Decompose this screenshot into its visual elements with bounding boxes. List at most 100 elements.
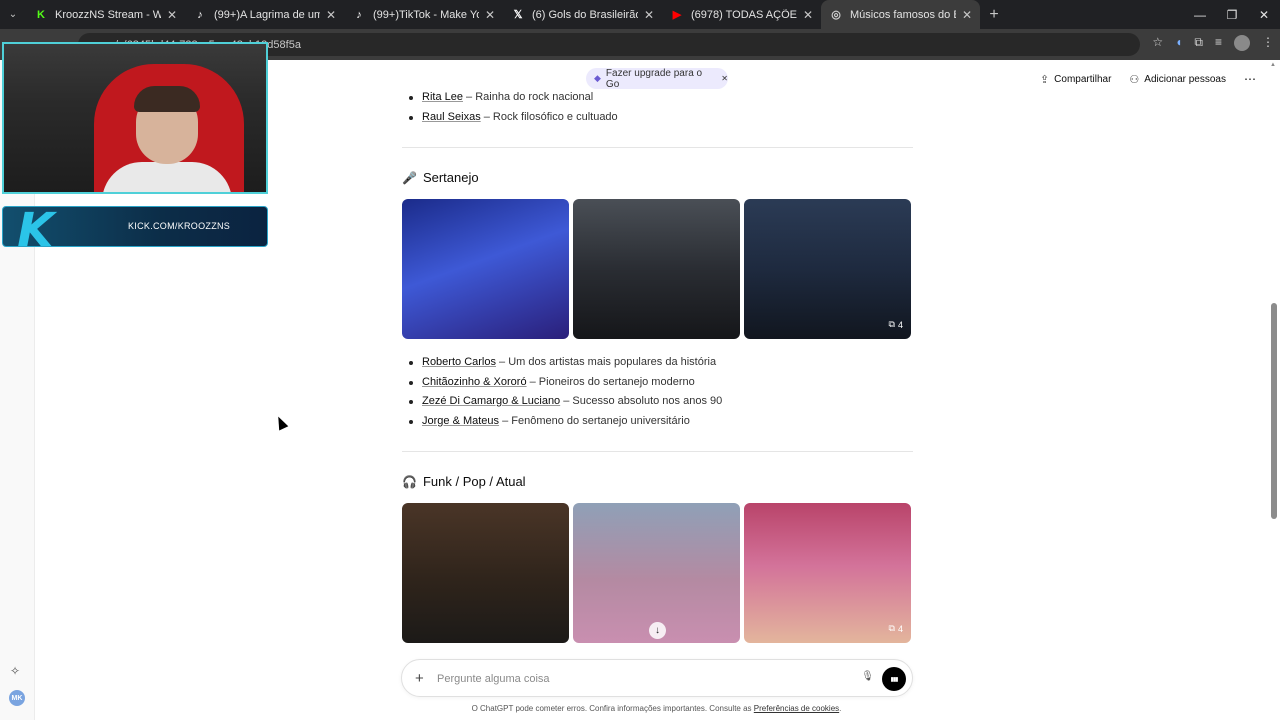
artist-photo[interactable]: ⧉ 4 [744, 503, 911, 643]
disclaimer-text: O ChatGPT pode cometer erros. Confira in… [471, 704, 754, 713]
x-icon: 𝕏 [513, 9, 523, 21]
scrollbar[interactable]: ▲ [1270, 60, 1278, 720]
artist-photo[interactable] [573, 199, 740, 339]
kick-url: KICK.COM/KROOZZNS [128, 221, 231, 231]
image-gallery-funk: ↓ ⧉ 4 [402, 503, 911, 643]
artist-link[interactable]: Chitãozinho & Xororó [422, 376, 527, 388]
artist-description: – Rock filosófico e cultuado [480, 110, 618, 123]
new-tab-button[interactable]: + [980, 6, 1008, 24]
list-item: Jorge & Mateus – Fenômeno do sertanejo u… [402, 412, 914, 432]
sparkle-icon[interactable]: ✧ [10, 664, 20, 678]
browser-tab[interactable]: 𝕏 (6) Gols do Brasileirão 🇧🇷 no ✕ [503, 0, 662, 29]
browser-tab[interactable]: ◎ Músicos famosos do Brasil ✕ [821, 0, 980, 29]
upgrade-close-icon[interactable]: ✕ [721, 74, 728, 83]
share-label: Compartilhar [1054, 73, 1112, 85]
rock-list-tail: Rita Lee – Rainha do rock nacional Raul S… [402, 88, 914, 127]
tab-title: (6) Gols do Brasileirão 🇧🇷 no [532, 9, 638, 21]
artist-description: – Sucesso absoluto nos anos 90 [560, 395, 723, 407]
tiktok-icon: ♪ [197, 8, 203, 21]
browser-tab-strip: ⌄ K KroozzNS Stream - Watch Live ✕ ♪ (99+)A … [0, 0, 1280, 29]
maximize-button[interactable]: ❐ [1216, 8, 1248, 22]
browser-tab[interactable]: ▶ (6978) TODAS AÇÕES/QUEBRA ✕ [662, 0, 821, 29]
browser-tab[interactable]: K KroozzNS Stream - Watch Live ✕ [26, 0, 185, 29]
close-tab-icon[interactable]: ✕ [485, 8, 495, 22]
add-people-button[interactable]: ⚇ Adicionar pessoas [1129, 73, 1226, 86]
browser-tab[interactable]: ♪ (99+)TikTok - Make Your Day ✕ [344, 0, 503, 29]
image-count-badge: ⧉ 4 [889, 623, 903, 634]
artist-photo[interactable] [402, 503, 569, 643]
section-heading-funk: 🎧 Funk / Pop / Atual [402, 474, 526, 489]
browser-tab[interactable]: ♪ (99+)A Lagrima de um Homem ✕ [185, 0, 344, 29]
close-tab-icon[interactable]: ✕ [962, 8, 972, 22]
image-count: 4 [897, 319, 903, 330]
sertanejo-list: Roberto Carlos – Um dos artistas mais po… [402, 353, 914, 431]
microphone-icon: 🎤 [402, 170, 417, 185]
tab-title: KroozzNS Stream - Watch Live [55, 8, 161, 21]
minimize-button[interactable]: — [1184, 8, 1216, 22]
artist-description: – Fenômeno do sertanejo universitário [499, 414, 690, 427]
streamer-hair [134, 86, 200, 112]
close-tab-icon[interactable]: ✕ [326, 8, 336, 22]
close-tab-icon[interactable]: ✕ [167, 8, 177, 22]
voice-mode-button[interactable]: ▮▮▮ [882, 667, 906, 691]
stack-icon: ⧉ [888, 319, 895, 329]
list-item: Chitãozinho & Xororó – Pioneiros do sert… [402, 373, 914, 393]
section-title: Sertanejo [422, 170, 479, 185]
image-count-badge: ⧉ 4 [889, 319, 903, 330]
stack-icon: ⧉ [888, 623, 895, 633]
close-tab-icon[interactable]: ✕ [803, 8, 813, 22]
cookie-preferences-link[interactable]: Preferências de cookies [754, 704, 839, 713]
tab-title: Músicos famosos do Brasil [850, 8, 956, 21]
extension-icon[interactable]: ◖ [1175, 35, 1182, 51]
artist-photo[interactable]: ↓ [573, 503, 740, 643]
artist-photo[interactable] [402, 199, 569, 339]
waveform-icon: ▮▮▮ [890, 676, 899, 683]
youtube-icon: ▶ [672, 9, 682, 21]
media-control-icon[interactable]: ≡ [1215, 35, 1222, 51]
artist-link[interactable]: Raul Seixas [422, 111, 481, 123]
artist-photo[interactable]: ⧉ 4 [744, 199, 911, 339]
artist-description: – Rainha do rock nacional [462, 91, 594, 103]
tiktok-icon: ♪ [356, 8, 362, 21]
tab-title: (99+)TikTok - Make Your Day [373, 8, 479, 21]
share-icon: ⇪ [1039, 73, 1050, 86]
upgrade-label: Fazer upgrade para o Go [605, 67, 703, 90]
profile-avatar[interactable] [1234, 35, 1250, 51]
browser-menu-icon[interactable]: ⋮ [1262, 35, 1274, 51]
list-item: Rita Lee – Rainha do rock nacional [402, 88, 914, 108]
arrow-down-icon[interactable]: ↓ [649, 622, 666, 639]
close-window-button[interactable]: ✕ [1248, 8, 1280, 22]
prompt-input[interactable]: Pergunte alguma coisa [437, 673, 550, 685]
list-item: Zezé Di Camargo & Luciano – Sucesso abso… [402, 392, 914, 412]
artist-description: – Pioneiros do sertanejo moderno [526, 375, 695, 388]
gem-icon: ◆ [594, 73, 601, 83]
divider [402, 451, 913, 452]
attach-plus-icon[interactable]: + [415, 670, 424, 687]
share-button[interactable]: ⇪ Compartilhar [1040, 73, 1111, 86]
artist-link[interactable]: Jorge & Mateus [422, 415, 499, 427]
divider [402, 147, 913, 148]
footer-disclaimer: O ChatGPT pode cometer erros. Confira in… [0, 704, 1280, 713]
bookmark-star-icon[interactable]: ☆ [1152, 35, 1163, 51]
microphone-icon[interactable]: 🎙 [861, 671, 874, 682]
list-item: Raul Seixas – Rock filosófico e cultuado [402, 108, 914, 128]
chat-composer: + Pergunte alguma coisa 🎙 ▮▮▮ [401, 659, 913, 697]
tab-search-icon[interactable]: ⌄ [0, 0, 26, 29]
upgrade-pill[interactable]: ◆ Fazer upgrade para o Go ✕ [586, 67, 728, 90]
disclaimer-end: . [839, 704, 842, 713]
artist-link[interactable]: Zezé Di Camargo & Luciano [422, 395, 560, 407]
image-count: 4 [897, 623, 903, 634]
tab-title: (6978) TODAS AÇÕES/QUEBRA [691, 8, 797, 21]
artist-link[interactable]: Rita Lee [422, 91, 463, 103]
kick-logo: K [17, 206, 55, 247]
webcam-overlay [2, 42, 268, 194]
section-title: Funk / Pop / Atual [422, 474, 526, 489]
artist-description: – Um dos artistas mais populares da hist… [495, 356, 717, 368]
more-options-icon[interactable]: ⋯ [1244, 72, 1256, 86]
close-tab-icon[interactable]: ✕ [644, 8, 654, 22]
scroll-up-icon[interactable]: ▲ [1270, 62, 1276, 68]
artist-link[interactable]: Roberto Carlos [422, 356, 496, 368]
scrollbar-thumb[interactable] [1271, 303, 1277, 519]
kick-banner: K KICK.COM/KROOZZNS [2, 206, 268, 247]
extensions-puzzle-icon[interactable]: ⧉ [1194, 35, 1203, 51]
